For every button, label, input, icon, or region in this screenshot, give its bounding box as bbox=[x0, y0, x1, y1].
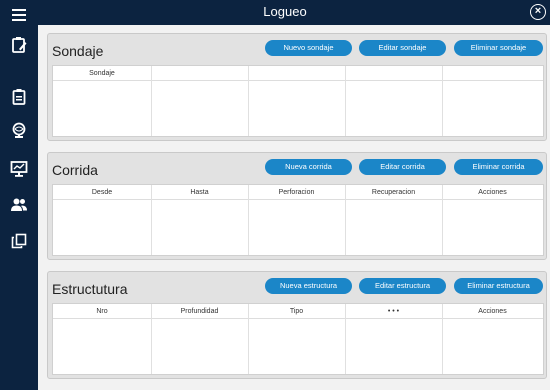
column-divider bbox=[442, 304, 443, 374]
estructura-title: Estructutura bbox=[52, 281, 128, 297]
column-divider bbox=[345, 66, 346, 136]
estructura-panel: Estructutura Nueva estructura Editar est… bbox=[47, 271, 547, 379]
copy-icon[interactable] bbox=[7, 229, 31, 253]
table-header: • • • bbox=[345, 304, 442, 319]
sondaje-table: Sondaje bbox=[52, 65, 544, 137]
estructura-table: Nro Profundidad Tipo • • • Acciones bbox=[52, 303, 544, 375]
nuevo-sondaje-button[interactable]: Nuevo sondaje bbox=[265, 40, 352, 56]
sidebar bbox=[0, 0, 38, 390]
corrida-panel: Corrida Nueva corrida Editar corrida Eli… bbox=[47, 152, 547, 260]
table-header: Profundidad bbox=[151, 304, 248, 319]
table-header bbox=[248, 66, 345, 81]
editar-sondaje-button[interactable]: Editar sondaje bbox=[359, 40, 446, 56]
corrida-title: Corrida bbox=[52, 162, 98, 178]
sondaje-title: Sondaje bbox=[52, 43, 104, 59]
table-header: Acciones bbox=[442, 185, 543, 200]
editar-estructura-button[interactable]: Editar estructura bbox=[359, 278, 446, 294]
nueva-corrida-button[interactable]: Nueva corrida bbox=[265, 159, 352, 175]
table-header: Acciones bbox=[442, 304, 543, 319]
table-header: Desde bbox=[53, 185, 151, 200]
main-content: Sondaje Nuevo sondaje Editar sondaje Eli… bbox=[38, 25, 550, 390]
column-divider bbox=[151, 185, 152, 255]
column-divider bbox=[248, 185, 249, 255]
table-header: Perforacion bbox=[248, 185, 345, 200]
window-title: Logueo bbox=[263, 4, 307, 19]
clipboard-pen-icon[interactable] bbox=[7, 33, 31, 57]
column-divider bbox=[442, 66, 443, 136]
column-divider bbox=[442, 185, 443, 255]
table-header bbox=[442, 66, 543, 81]
eliminar-sondaje-button[interactable]: Eliminar sondaje bbox=[454, 40, 543, 56]
column-divider bbox=[151, 66, 152, 136]
clipboard-list-icon[interactable] bbox=[7, 85, 31, 109]
app-window: Logueo × Sondaje Nuevo sondaje Editar so… bbox=[0, 0, 550, 390]
table-header: Tipo bbox=[248, 304, 345, 319]
eliminar-estructura-button[interactable]: Eliminar estructura bbox=[454, 278, 543, 294]
column-divider bbox=[151, 304, 152, 374]
monitor-chart-icon[interactable] bbox=[7, 157, 31, 181]
close-icon[interactable]: × bbox=[530, 4, 546, 20]
column-divider bbox=[345, 304, 346, 374]
globe-icon[interactable] bbox=[7, 118, 31, 142]
menu-icon[interactable] bbox=[7, 3, 31, 27]
sondaje-panel: Sondaje Nuevo sondaje Editar sondaje Eli… bbox=[47, 33, 547, 141]
table-header bbox=[345, 66, 442, 81]
table-header: Hasta bbox=[151, 185, 248, 200]
table-header: Recuperacion bbox=[345, 185, 442, 200]
column-divider bbox=[345, 185, 346, 255]
table-header: Nro bbox=[53, 304, 151, 319]
eliminar-corrida-button[interactable]: Eliminar corrida bbox=[454, 159, 543, 175]
title-bar: Logueo × bbox=[38, 0, 550, 25]
column-divider bbox=[248, 304, 249, 374]
editar-corrida-button[interactable]: Editar corrida bbox=[359, 159, 446, 175]
corrida-table: Desde Hasta Perforacion Recuperacion Acc… bbox=[52, 184, 544, 256]
table-header: Sondaje bbox=[53, 66, 151, 81]
column-divider bbox=[248, 66, 249, 136]
users-icon[interactable] bbox=[7, 193, 31, 217]
table-header bbox=[151, 66, 248, 81]
nueva-estructura-button[interactable]: Nueva estructura bbox=[265, 278, 352, 294]
